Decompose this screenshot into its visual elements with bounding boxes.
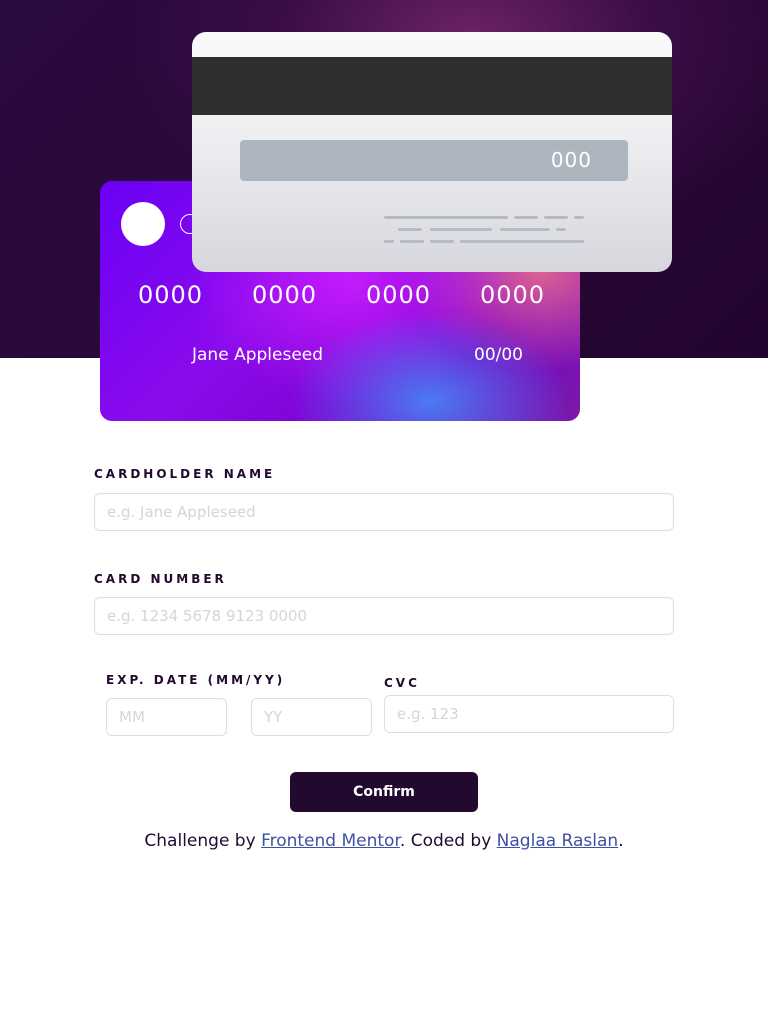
exp-date-label: Exp. Date (MM/YY) [106,673,286,687]
attribution-middle: . Coded by [399,831,497,851]
card-expiry: 00/00 [474,345,523,365]
card-number-group-1: 0000 [138,281,204,309]
card-number-group-3: 0000 [366,281,432,309]
cvc-input[interactable] [384,695,674,733]
author-link[interactable]: Naglaa Raslan [497,831,619,851]
confirm-button[interactable]: Confirm [290,772,478,812]
card-back-cvc: 000 [240,140,628,181]
exp-month-input[interactable] [106,698,227,736]
card-logo-circle-filled-icon [121,202,165,246]
attribution-prefix: Challenge by [144,831,262,851]
card-back: 000 [192,32,672,272]
magnetic-stripe [192,57,672,115]
cardholder-name-input[interactable] [94,493,674,531]
card-number-input[interactable] [94,597,674,635]
attribution-suffix: . [618,831,624,851]
cvc-label: CVC [384,676,420,690]
attribution: Challenge by Frontend Mentor. Coded by N… [0,831,768,851]
card-number-group-4: 0000 [480,281,546,309]
card-holder-name: Jane Appleseed [192,345,324,365]
card-number-group-2: 0000 [252,281,318,309]
frontend-mentor-link[interactable]: Frontend Mentor [261,831,400,851]
exp-year-input[interactable] [251,698,372,736]
card-number-label: Card Number [94,572,227,586]
cardholder-name-label: Cardholder Name [94,467,276,481]
